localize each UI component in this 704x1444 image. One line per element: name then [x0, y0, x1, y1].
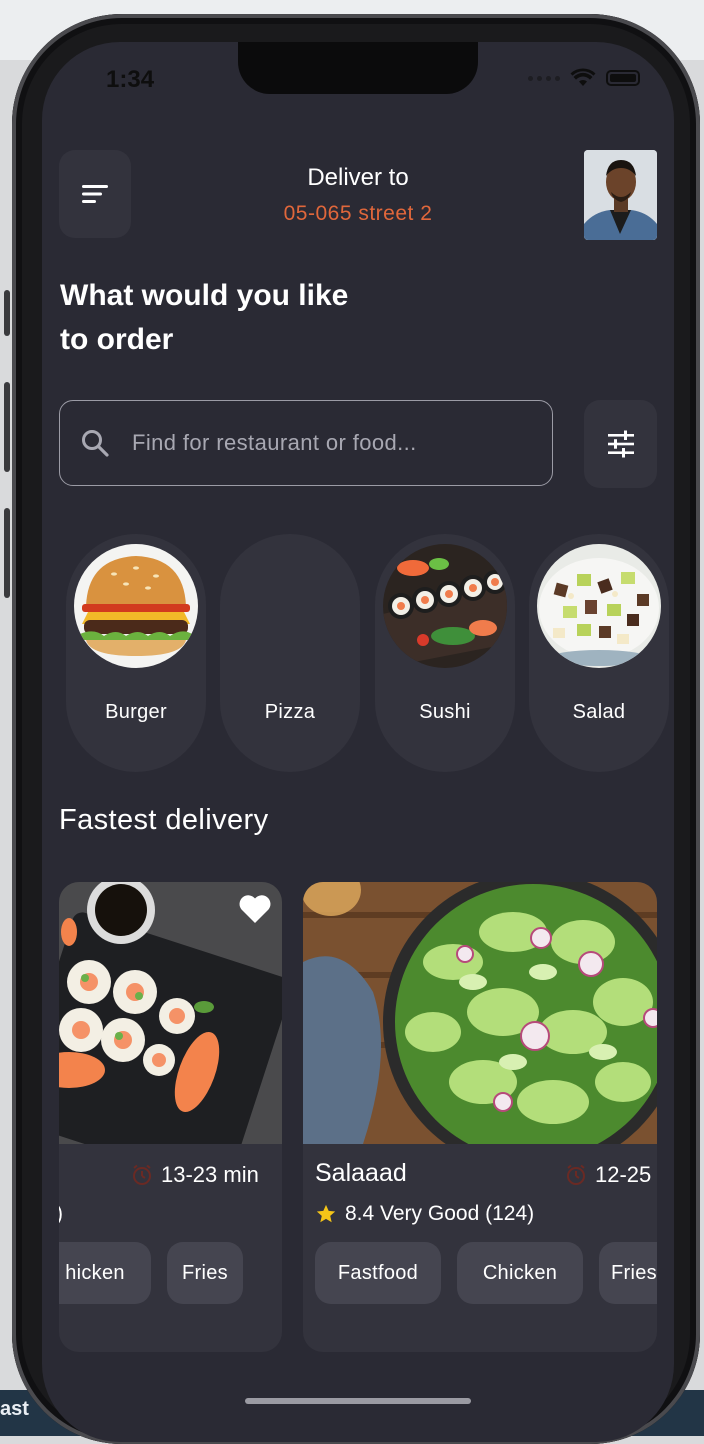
- page-title-line-2: to order: [60, 323, 174, 356]
- menu-button[interactable]: [59, 150, 131, 238]
- search-field[interactable]: [59, 400, 553, 486]
- category-burger[interactable]: Burger: [66, 534, 206, 772]
- battery-icon: [606, 70, 640, 86]
- delivery-location[interactable]: Deliver to 05-065 street 2: [202, 164, 514, 226]
- delivery-time-text: 12-25: [595, 1162, 652, 1187]
- category-label: Sushi: [419, 701, 471, 723]
- home-indicator[interactable]: [245, 1398, 471, 1404]
- desktop-background-text: ast: [0, 1398, 29, 1420]
- phone-notch: [238, 42, 478, 94]
- rating: 8.4 Very Good (124): [315, 1202, 534, 1226]
- delivery-time: 13-23 min: [131, 1162, 259, 1188]
- category-label: Burger: [105, 701, 167, 723]
- search-icon: [82, 430, 109, 457]
- phone-side-button: [4, 290, 10, 336]
- delivery-address[interactable]: 05-065 street 2: [202, 202, 514, 226]
- rating-text: 8.4 Very Good (124): [345, 1202, 535, 1225]
- category-sushi[interactable]: Sushi: [375, 534, 515, 772]
- phone-side-button: [4, 382, 10, 472]
- salad-image: [537, 544, 661, 668]
- category-label: Salad: [572, 701, 626, 723]
- category-label: Pizza: [264, 701, 316, 723]
- search-input[interactable]: [130, 429, 552, 457]
- tag-chicken[interactable]: hicken: [59, 1242, 151, 1304]
- tag-chicken[interactable]: Chicken: [457, 1242, 583, 1304]
- heart-icon[interactable]: [238, 894, 272, 924]
- wifi-icon: [570, 68, 596, 86]
- rating: ): [59, 1202, 63, 1226]
- tag-fastfood[interactable]: Fastfood: [315, 1242, 441, 1304]
- signal-icon: [528, 75, 560, 81]
- deliver-label: Deliver to: [307, 164, 409, 191]
- avatar[interactable]: [584, 150, 657, 240]
- tag-fries[interactable]: Fries: [167, 1242, 243, 1304]
- delivery-time-text: 13-23 min: [161, 1162, 259, 1187]
- rating-text: ): [59, 1202, 63, 1226]
- burger-image: [74, 544, 198, 668]
- tag-fries[interactable]: Fries: [599, 1242, 657, 1304]
- app-screen: 1:34 Deliver to 05-065 street 2 What wou…: [42, 42, 674, 1442]
- restaurant-card[interactable]: 13-23 min ) hicken Fries: [59, 882, 282, 1352]
- filter-button[interactable]: [584, 400, 657, 488]
- restaurant-image: [303, 882, 657, 1144]
- status-icons: [528, 68, 640, 88]
- page-title: What would you like to order: [60, 274, 480, 362]
- restaurant-card[interactable]: Salaaad 12-25 8.4 Very Good (124) Fastfo…: [303, 882, 657, 1352]
- restaurant-name: Salaaad: [315, 1159, 407, 1187]
- star-icon: [316, 1204, 336, 1223]
- section-title-fastest-delivery: Fastest delivery: [59, 804, 269, 836]
- alarm-clock-icon: [567, 1164, 585, 1185]
- delivery-time: 12-25: [565, 1162, 651, 1188]
- alarm-clock-icon: [133, 1164, 151, 1185]
- category-salad[interactable]: Salad: [529, 534, 669, 772]
- sliders-icon: [607, 430, 634, 458]
- page-title-line-1: What would you like: [60, 279, 349, 312]
- menu-icon: [82, 185, 108, 203]
- status-time: 1:34: [106, 66, 155, 93]
- avatar-photo: [584, 150, 657, 240]
- sushi-image: [383, 544, 507, 668]
- phone-side-button: [4, 508, 10, 598]
- category-pizza[interactable]: Pizza: [220, 534, 360, 772]
